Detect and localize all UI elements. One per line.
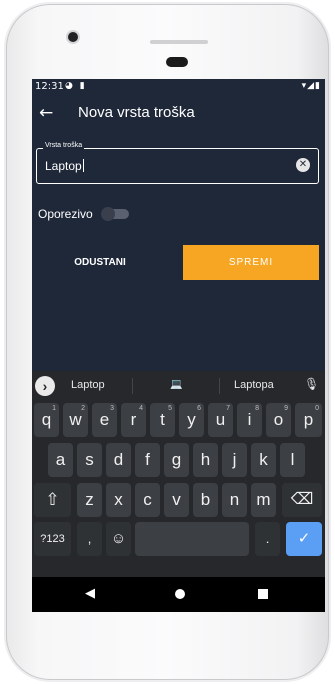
key-x[interactable]: x — [106, 483, 131, 517]
cancel-button[interactable]: ODUSTANI — [68, 253, 132, 273]
key-w[interactable]: w2 — [63, 403, 88, 437]
key-j[interactable]: j — [222, 443, 247, 477]
key-k[interactable]: k — [251, 443, 276, 477]
key-r[interactable]: r4 — [121, 403, 146, 437]
suggestion-3[interactable]: Laptopa — [234, 379, 274, 391]
expense-type-value: Laptop — [45, 159, 82, 173]
back-arrow-icon[interactable]: ← — [39, 103, 53, 123]
nav-home-icon[interactable] — [175, 589, 185, 599]
switch-knob — [101, 207, 115, 221]
key-hint: 6 — [197, 405, 201, 412]
key-hint: 4 — [139, 405, 143, 412]
key-a[interactable]: a — [48, 443, 73, 477]
key-hint: 5 — [168, 405, 172, 412]
key-label: p — [303, 410, 314, 429]
enter-check-icon[interactable]: ✓ — [286, 522, 322, 556]
expense-type-label: Vrsta troška — [43, 142, 85, 149]
key-hint: 3 — [110, 405, 114, 412]
key-g[interactable]: g — [164, 443, 189, 477]
expense-type-field[interactable]: Vrsta troška Laptop ✕ — [36, 142, 319, 184]
key-i[interactable]: i8 — [237, 403, 262, 437]
key-hint: 8 — [255, 405, 259, 412]
key-q[interactable]: q1 — [34, 403, 59, 437]
expense-type-input[interactable]: Laptop — [45, 159, 84, 173]
key-m[interactable]: m — [251, 483, 276, 517]
key-hint: 9 — [284, 405, 288, 412]
nav-back-icon[interactable]: ◀ — [85, 586, 95, 602]
key-hint: 1 — [52, 405, 56, 412]
backspace-key-icon[interactable]: ⌫ — [282, 483, 322, 517]
suggestion-1[interactable]: Laptop — [71, 379, 105, 391]
key-label: o — [273, 410, 284, 429]
taxable-row: Oporezivo — [38, 207, 129, 221]
key-s[interactable]: s — [77, 443, 102, 477]
clear-icon[interactable]: ✕ — [296, 158, 310, 172]
key-o[interactable]: o9 — [266, 403, 291, 437]
key-label: t — [160, 410, 165, 429]
key-v[interactable]: v — [164, 483, 189, 517]
key-hint: 7 — [226, 405, 230, 412]
key-f[interactable]: f — [135, 443, 160, 477]
period-key[interactable]: . — [255, 522, 280, 556]
key-d[interactable]: d — [106, 443, 131, 477]
screen: 12:31 ◕ ▮ ▾◢▮ ← Nova vrsta troška Vrsta … — [32, 79, 325, 612]
key-y[interactable]: y6 — [179, 403, 204, 437]
key-p[interactable]: p0 — [295, 403, 322, 437]
shift-key-icon[interactable]: ⇧ — [34, 483, 71, 517]
space-bar[interactable] — [135, 522, 249, 556]
key-hint: 0 — [315, 405, 319, 412]
front-camera — [68, 32, 78, 42]
chevron-right-icon[interactable]: › — [35, 376, 55, 396]
key-label: w — [69, 410, 82, 429]
save-button[interactable]: SPREMI — [183, 245, 319, 280]
speaker — [166, 57, 188, 67]
key-label: y — [187, 410, 196, 429]
taxable-switch[interactable] — [101, 207, 129, 221]
status-time: 12:31 — [35, 81, 64, 92]
key-t[interactable]: t5 — [150, 403, 175, 437]
key-e[interactable]: e3 — [92, 403, 117, 437]
suggestion-bar: › Laptop 💻 Laptopa 🎙 — [32, 371, 325, 401]
status-bar: 12:31 ◕ ▮ ▾◢▮ — [32, 79, 325, 95]
comma-key[interactable]: , — [77, 522, 102, 556]
key-label: r — [130, 410, 137, 429]
microphone-icon[interactable]: 🎙 — [304, 377, 319, 391]
key-z[interactable]: z — [77, 483, 102, 517]
emoji-icon[interactable]: ☺ — [106, 522, 131, 556]
symbols-key[interactable]: ?123 — [34, 522, 71, 556]
key-h[interactable]: h — [193, 443, 218, 477]
laptop-emoji-icon[interactable]: 💻 — [170, 379, 182, 390]
nav-recents-icon[interactable] — [258, 589, 268, 599]
key-n[interactable]: n — [222, 483, 247, 517]
key-label: e — [99, 410, 110, 429]
key-label: i — [247, 410, 252, 429]
key-b[interactable]: b — [193, 483, 218, 517]
suggestion-divider — [132, 378, 133, 394]
key-c[interactable]: c — [135, 483, 160, 517]
taxable-label: Oporezivo — [38, 207, 93, 221]
key-hint: 2 — [81, 405, 85, 412]
keyboard: › Laptop 💻 Laptopa 🎙 q1 w2 e3 r4 t5 y6 u… — [32, 371, 325, 577]
key-u[interactable]: u7 — [208, 403, 233, 437]
key-label: u — [215, 410, 226, 429]
text-caret — [82, 159, 84, 172]
key-label: q — [41, 410, 52, 429]
key-l[interactable]: l — [280, 443, 305, 477]
page-title: Nova vrsta troška — [78, 104, 195, 121]
nav-bar: ◀ — [32, 577, 325, 612]
earpiece-slot — [150, 40, 208, 44]
notification-icons: ◕ ▮ — [65, 81, 87, 91]
suggestion-divider — [219, 378, 220, 394]
app-bar: ← Nova vrsta troška — [32, 95, 325, 135]
signal-battery-icons: ▾◢▮ — [301, 81, 321, 91]
